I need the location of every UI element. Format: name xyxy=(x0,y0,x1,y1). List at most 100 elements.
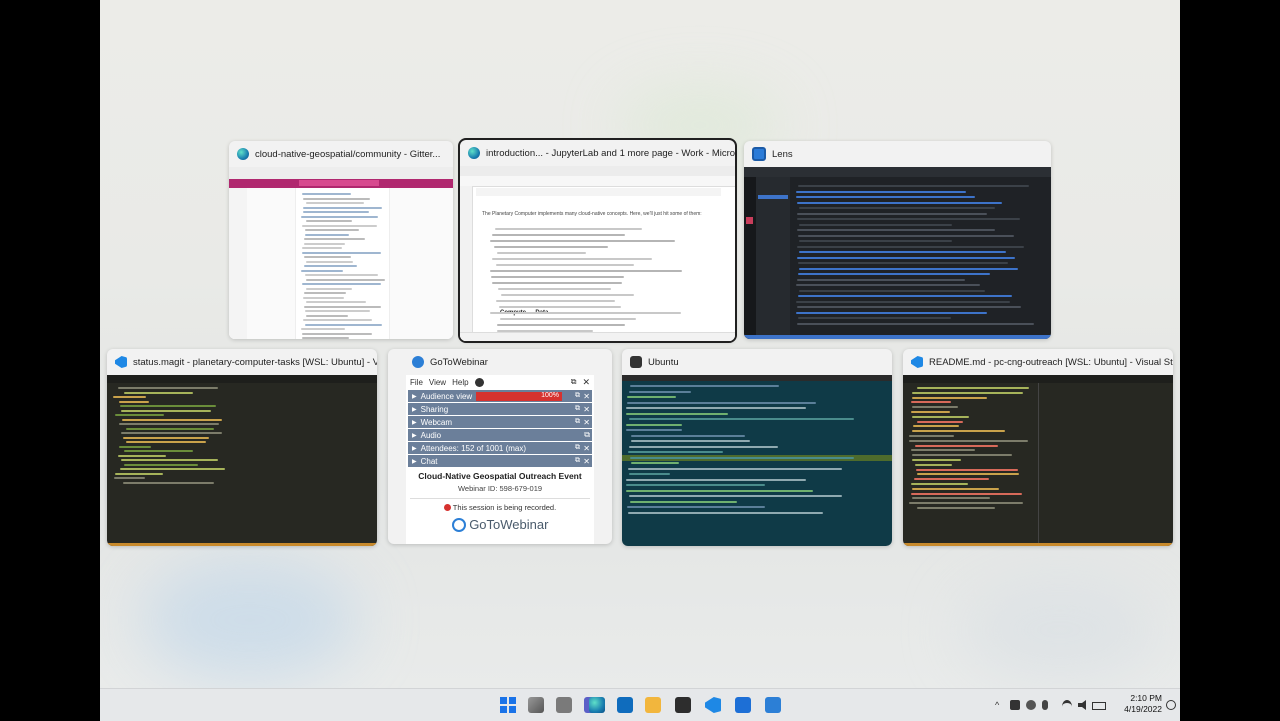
window-vscode-readme[interactable]: README.md - pc-cng-outreach [WSL: Ubuntu… xyxy=(903,349,1173,546)
thumbnail-text-line xyxy=(626,423,682,426)
row-webcam[interactable]: ▶ Webcam ⧉ ✕ xyxy=(408,416,592,428)
task-view-icon[interactable] xyxy=(528,697,544,713)
thumbnail-text-line xyxy=(305,323,382,326)
menu-file[interactable]: File xyxy=(410,378,423,387)
thumbnail-text-line xyxy=(798,273,990,275)
close-icon[interactable]: ✕ xyxy=(583,444,590,453)
thumbnail-text-line xyxy=(494,246,608,248)
outlook-icon[interactable] xyxy=(617,697,633,713)
thumbnail-text-line xyxy=(630,456,854,459)
thumbnail-text-line xyxy=(911,411,950,413)
window-jupyterlab[interactable]: introduction... - JupyterLab and 1 more … xyxy=(458,138,737,343)
row-label: Audience view xyxy=(420,391,473,401)
thumbnail-text-line xyxy=(126,441,206,443)
file-explorer-icon[interactable] xyxy=(645,697,661,713)
thumbnail-text-line xyxy=(303,197,370,200)
thumbnail-text-line xyxy=(304,305,381,308)
thumbnail-text-line xyxy=(912,415,969,418)
thumbnail-text-line xyxy=(797,278,965,281)
close-icon[interactable]: ✕ xyxy=(583,405,590,414)
popout-icon[interactable]: ⧉ xyxy=(575,444,580,452)
expand-arrow-icon: ▶ xyxy=(412,419,417,426)
gotowebinar-taskbar-icon[interactable] xyxy=(765,697,781,713)
edge-taskbar-icon[interactable] xyxy=(589,697,605,713)
thumbnail-text-line xyxy=(917,507,995,509)
thumbnail-text-line xyxy=(799,251,1006,253)
menu-view[interactable]: View xyxy=(429,378,446,387)
battery-icon[interactable] xyxy=(1092,702,1106,710)
thumbnail-text-line xyxy=(122,418,222,421)
window-thumbnail: The Planetary Computer implements many c… xyxy=(460,166,735,341)
volume-icon[interactable] xyxy=(1078,700,1086,710)
window-ubuntu-terminal[interactable]: Ubuntu xyxy=(622,349,892,546)
row-sharing[interactable]: ▶ Sharing ⧉ ✕ xyxy=(408,403,592,415)
notifications-icon[interactable] xyxy=(1166,700,1176,710)
thumbnail-text-line xyxy=(626,412,728,415)
thumbnail-text-line xyxy=(302,224,377,227)
popout-icon[interactable]: ⧉ xyxy=(575,457,580,465)
thumbnail-text-line xyxy=(114,477,145,479)
row-audience-view[interactable]: ▶ Audience view 100% ⧉ ✕ xyxy=(408,390,592,402)
vscode-taskbar-icon[interactable] xyxy=(705,697,721,713)
close-icon[interactable]: ✕ xyxy=(583,457,590,466)
thumbnail-text-line xyxy=(501,294,634,296)
window-title-bar: introduction... - JupyterLab and 1 more … xyxy=(460,140,735,166)
row-label: Audio xyxy=(420,430,442,440)
lens-icon xyxy=(752,147,766,161)
close-icon[interactable]: ✕ xyxy=(583,418,590,427)
edge-icon xyxy=(468,147,480,159)
thumbnail-text-line xyxy=(113,396,146,398)
thumbnail-text-line xyxy=(630,385,779,387)
menu-help[interactable]: Help xyxy=(452,378,468,387)
thumbnail-text-line xyxy=(797,256,1015,259)
start-icon[interactable] xyxy=(500,697,516,713)
window-title-bar: GoToWebinar xyxy=(388,349,612,375)
settings-icon[interactable] xyxy=(474,377,484,387)
display-icon[interactable] xyxy=(1010,700,1020,710)
widgets-icon[interactable] xyxy=(556,697,572,713)
thumbnail-text-line xyxy=(124,450,193,452)
popout-icon[interactable]: ⧉ xyxy=(575,392,580,400)
wifi-icon[interactable] xyxy=(1062,700,1072,713)
popout-icon[interactable]: ⧉ xyxy=(575,405,580,413)
gotowebinar-logo: GoToWebinar xyxy=(406,517,594,532)
popout-icon[interactable]: ⧉ xyxy=(584,430,590,440)
thumbnail-text-line xyxy=(119,445,151,448)
thumbnail-text-line xyxy=(306,278,385,281)
window-thumbnail xyxy=(744,167,1051,339)
thumbnail-text-line xyxy=(121,409,211,412)
recording-text: This session is being recorded. xyxy=(452,503,557,512)
close-icon[interactable]: ✕ xyxy=(582,377,590,388)
window-vscode-magit[interactable]: status.magit - planetary-computer-tasks … xyxy=(107,349,377,546)
window-title-bar: cloud-native-geospatial/community - Gitt… xyxy=(229,141,453,167)
close-icon[interactable]: ✕ xyxy=(583,392,590,401)
popout-icon[interactable]: ⧉ xyxy=(575,418,580,426)
popout-icon[interactable]: ⧉ xyxy=(571,377,577,387)
row-audio[interactable]: ▶ Audio ⧉ xyxy=(408,429,592,441)
row-attendees[interactable]: ▶ Attendees: 152 of 1001 (max) ⧉ ✕ xyxy=(408,442,592,454)
thumbnail-text-line xyxy=(490,240,675,242)
logo-text: GoToWebinar xyxy=(469,517,549,532)
onedrive-icon[interactable] xyxy=(1026,700,1036,710)
thumbnail-text-line xyxy=(799,207,995,209)
event-title: Cloud-Native Geospatial Outreach Event xyxy=(418,471,582,481)
thumbnail-text-line xyxy=(915,444,998,447)
window-gotowebinar[interactable]: GoToWebinar File View Help ⧉ ✕ ▶ Audienc… xyxy=(388,349,612,544)
chevron-up-icon[interactable]: ^ xyxy=(995,700,1005,710)
window-title: cloud-native-geospatial/community - Gitt… xyxy=(255,148,441,160)
row-chat[interactable]: ▶ Chat ⧉ ✕ xyxy=(408,455,592,467)
terminal-taskbar-icon[interactable] xyxy=(675,697,691,713)
window-thumbnail xyxy=(903,375,1173,546)
thumbnail-text-line xyxy=(496,264,634,266)
window-lens[interactable]: Lens xyxy=(744,141,1051,339)
expand-arrow-icon: ▶ xyxy=(412,445,417,452)
thumbnail-text-line xyxy=(909,502,1023,505)
thumbnail-text-line xyxy=(796,300,1010,303)
thumbnail-text-line xyxy=(124,391,193,394)
clock[interactable]: 2:10 PM 4/19/2022 xyxy=(1112,693,1162,715)
thumbnail-text-line xyxy=(796,190,966,193)
window-gitter[interactable]: cloud-native-geospatial/community - Gitt… xyxy=(229,141,453,339)
lens-taskbar-icon[interactable] xyxy=(735,697,751,713)
microphone-icon[interactable] xyxy=(1042,700,1048,710)
thumbnail-text-line xyxy=(305,274,378,276)
